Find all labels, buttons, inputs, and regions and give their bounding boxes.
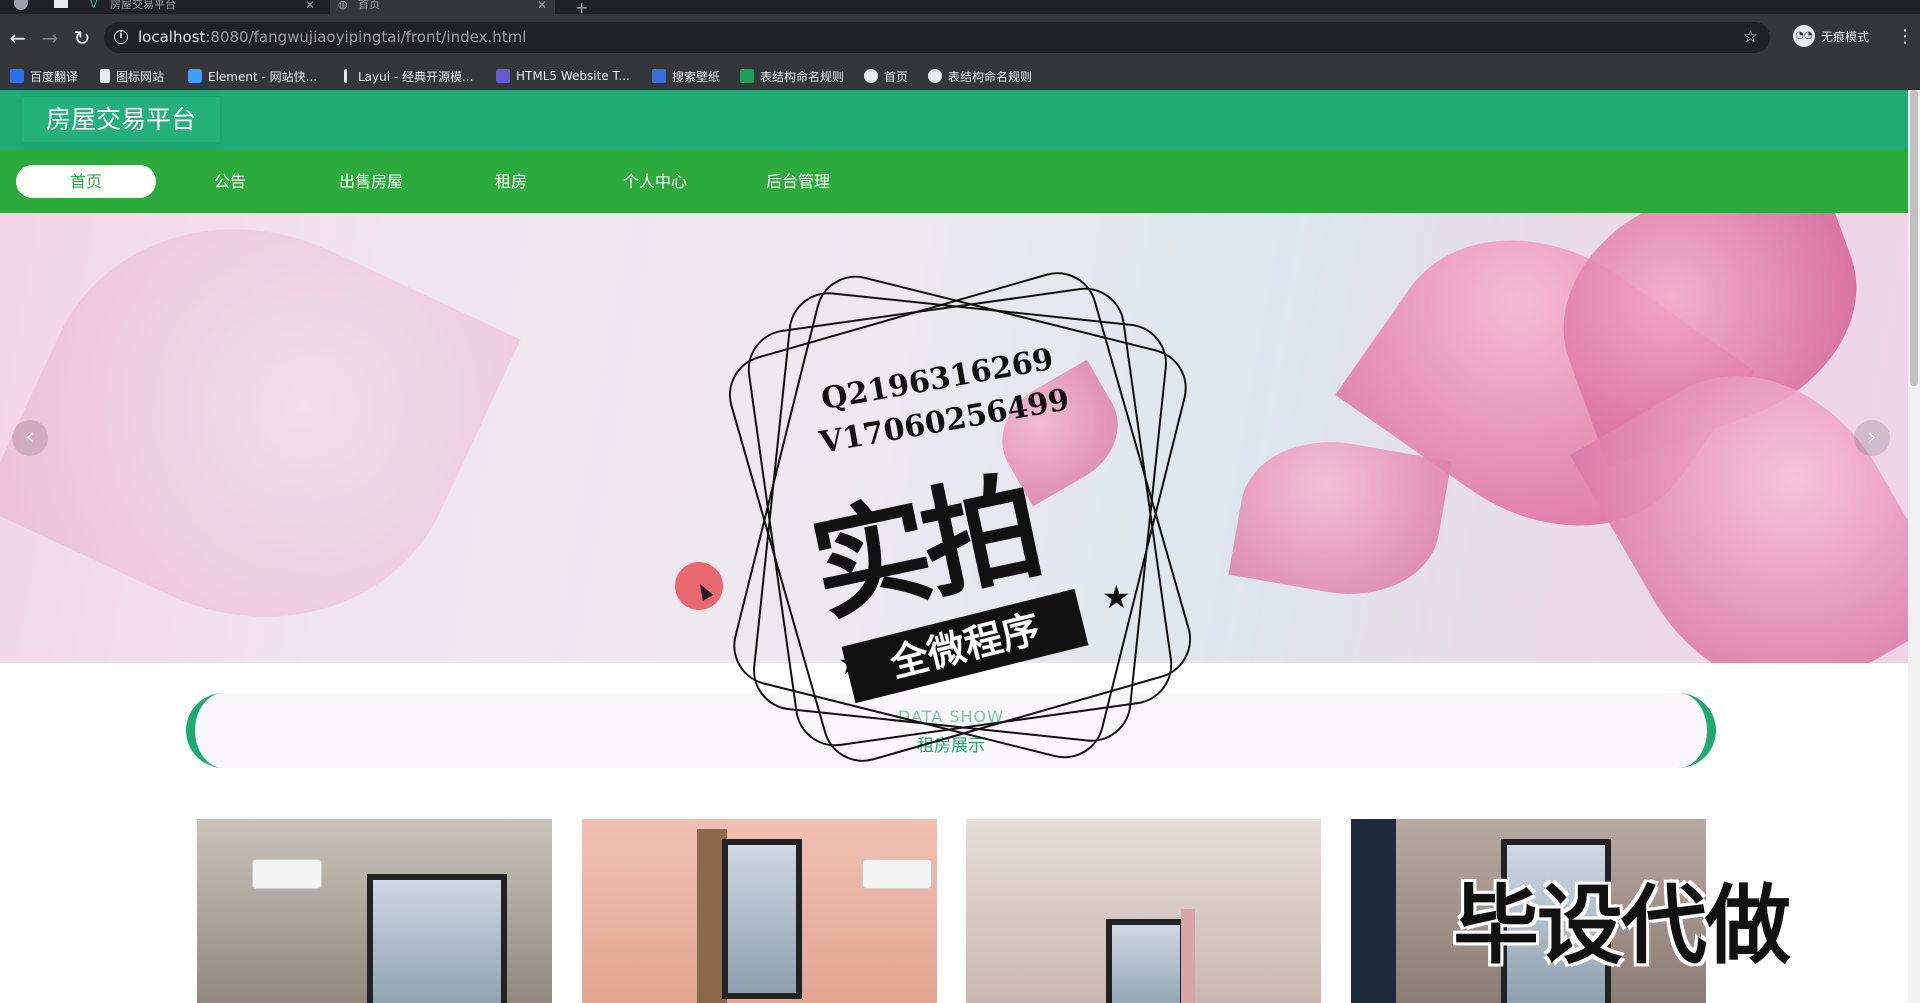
curtain-decoration	[1181, 909, 1195, 1003]
bookmark-item[interactable]: 表结构命名规则	[928, 68, 1032, 84]
bookmark-item[interactable]: 表结构命名规则	[740, 68, 844, 84]
carousel-prev-button[interactable]: ‹	[12, 420, 48, 456]
info-icon[interactable]: i	[114, 30, 128, 44]
star-icon: ★	[838, 644, 867, 682]
nav-admin[interactable]: 后台管理	[728, 165, 868, 198]
close-tab-icon[interactable]: ✕	[537, 0, 547, 11]
nav-home[interactable]: 首页	[16, 165, 156, 198]
room-photo[interactable]	[582, 819, 937, 1003]
bookmark-item[interactable]: 百度翻译	[10, 68, 78, 84]
star-icon: ★	[1102, 578, 1131, 616]
close-tab-icon[interactable]: ✕	[305, 0, 315, 11]
bookmark-star-icon[interactable]: ☆	[1743, 27, 1758, 47]
incognito-label: 无痕模式	[1821, 29, 1870, 44]
layui-icon	[344, 69, 352, 83]
watermark-stamp: Q2196316269 V17060256499 实拍 全微程序 ★ ★	[700, 262, 1220, 782]
air-conditioner-decoration	[862, 859, 932, 889]
nav-rental[interactable]: 租房	[441, 165, 581, 198]
browser-globe-icon	[14, 0, 28, 10]
bookmark-item[interactable]: Element - 网站快...	[188, 68, 317, 84]
bookmark-item[interactable]: 搜索壁纸	[652, 68, 720, 84]
curtain-decoration	[1351, 819, 1396, 1003]
html5-icon	[496, 69, 510, 83]
globe-favicon-icon: ◍	[338, 0, 348, 11]
carousel-next-button[interactable]: ›	[1854, 420, 1890, 456]
room-photo[interactable]	[197, 819, 552, 1003]
globe-icon	[864, 69, 878, 83]
scrollbar-thumb[interactable]	[1910, 90, 1918, 386]
bookmark-item[interactable]: 图标网站	[100, 68, 164, 84]
window-decoration	[367, 874, 507, 1003]
sheet-icon	[740, 69, 754, 83]
browser-tab[interactable]: V 房屋交易平台 ✕	[90, 0, 315, 14]
vue-favicon-icon: V	[90, 0, 98, 11]
window-icon	[54, 0, 68, 8]
rental-card[interactable]	[966, 819, 1321, 1003]
bookmark-item[interactable]: Layui - 经典开源模...	[344, 68, 473, 84]
reload-icon[interactable]: ↻	[70, 26, 94, 50]
back-arrow-icon[interactable]: ←	[6, 26, 30, 50]
banner-flower-decoration	[1228, 426, 1452, 610]
wallpaper-icon	[652, 69, 666, 83]
site-header: 房屋交易平台	[0, 90, 1908, 150]
bookmark-item[interactable]: HTML5 Website T...	[496, 68, 630, 84]
browser-tab-strip: V 房屋交易平台 ✕ ◍ 首页 ✕ +	[0, 0, 1920, 17]
banner-flower-decoration	[0, 213, 521, 663]
air-conditioner-decoration	[252, 859, 322, 889]
browser-tab-title: 房屋交易平台	[110, 0, 176, 11]
incognito-icon: ◔◔	[1793, 25, 1815, 47]
element-icon	[188, 69, 202, 83]
forward-arrow-icon[interactable]: →	[38, 26, 62, 50]
url-text[interactable]: localhost:8080/fangwujiaoyipingtai/front…	[138, 28, 526, 46]
site-title[interactable]: 房屋交易平台	[22, 97, 221, 142]
main-nav: 首页 公告 出售房屋 租房 个人中心 后台管理	[0, 150, 1908, 213]
browser-tab-title: 首页	[358, 0, 380, 11]
flag-icon	[100, 69, 110, 83]
bookmarks-bar: 百度翻译 图标网站 Element - 网站快... Layui - 经典开源模…	[0, 62, 1920, 90]
rental-card[interactable]	[582, 819, 937, 1003]
bookmark-item[interactable]: 首页	[864, 68, 908, 84]
corner-watermark: 毕设代做	[1453, 876, 1791, 976]
address-bar-row: ← → ↻ i localhost:8080/fangwujiaoyipingt…	[0, 14, 1920, 62]
room-photo[interactable]	[966, 819, 1321, 1003]
nav-notice[interactable]: 公告	[160, 165, 300, 198]
window-decoration	[722, 839, 802, 999]
incognito-profile[interactable]: ◔◔ 无痕模式	[1793, 25, 1869, 47]
window-decoration	[1106, 919, 1186, 1003]
nav-house-sale[interactable]: 出售房屋	[301, 165, 441, 198]
browser-tab-active[interactable]: ◍ 首页 ✕	[330, 0, 555, 14]
url-bar[interactable]: i localhost:8080/fangwujiaoyipingtai/fro…	[104, 22, 1770, 53]
rental-card[interactable]	[197, 819, 552, 1003]
more-menu-icon[interactable]: ⋮	[1896, 26, 1914, 47]
translate-icon	[10, 69, 24, 83]
nav-personal-center[interactable]: 个人中心	[585, 165, 725, 198]
page-scrollbar[interactable]	[1908, 90, 1920, 1003]
globe-icon	[928, 69, 942, 83]
